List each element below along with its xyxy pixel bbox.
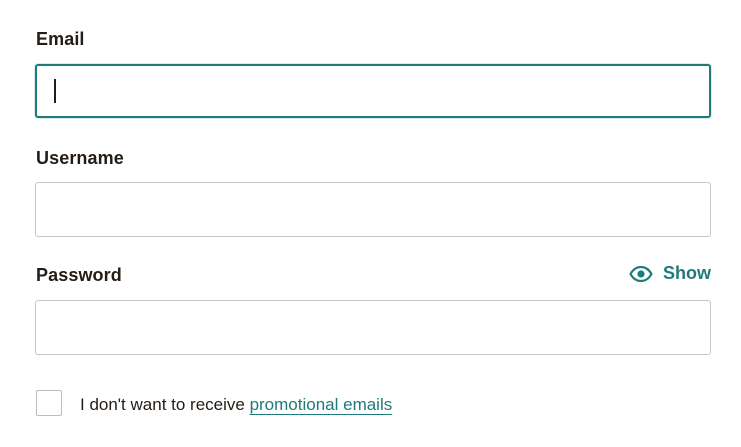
show-password-toggle[interactable]: Show [629, 263, 711, 284]
eye-icon [629, 265, 653, 282]
promo-opt-out-checkbox[interactable] [36, 390, 62, 416]
promo-opt-out-text: I don't want to receive [80, 395, 250, 414]
email-field[interactable] [35, 64, 711, 118]
password-label: Password [36, 265, 122, 285]
signup-form: Email Username Password Show I don't wan… [0, 0, 741, 447]
username-field[interactable] [35, 182, 711, 237]
promo-opt-out-label: I don't want to receive promotional emai… [80, 395, 392, 415]
promotional-emails-link[interactable]: promotional emails [250, 395, 393, 414]
email-label: Email [36, 29, 85, 49]
username-label: Username [36, 148, 124, 168]
password-field[interactable] [35, 300, 711, 355]
show-password-label: Show [663, 263, 711, 283]
text-caret [54, 79, 56, 103]
